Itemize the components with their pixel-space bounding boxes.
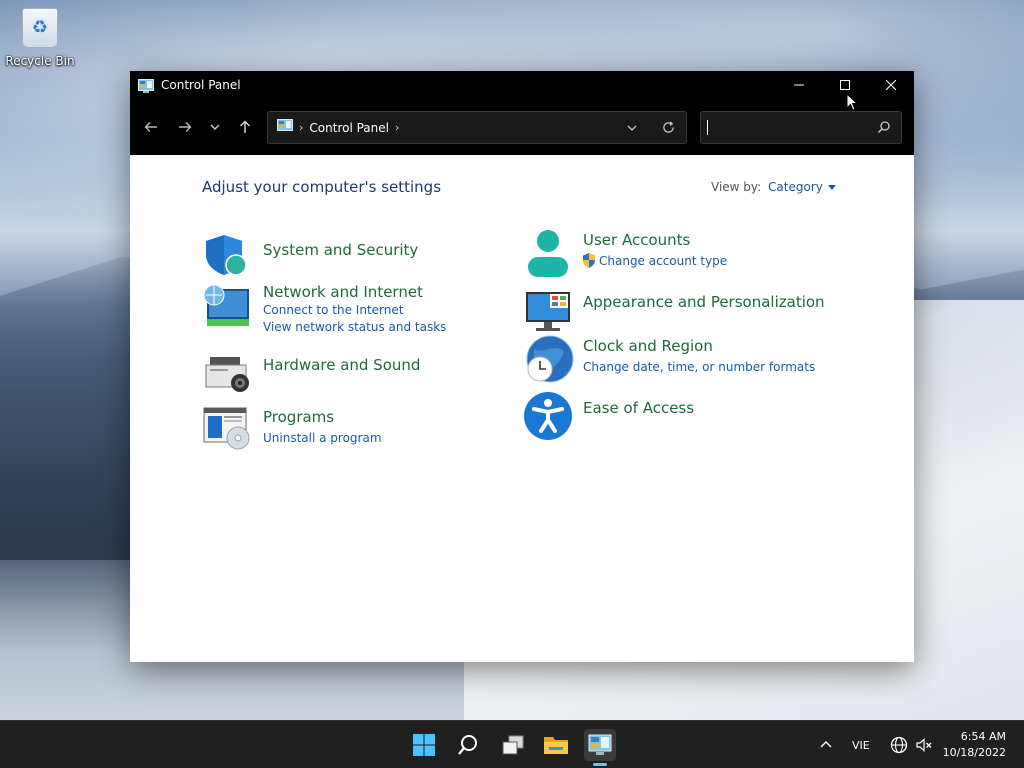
control-panel-content: Adjust your computer's settings View by:… [130,155,914,662]
arrow-right-icon [179,122,192,132]
refresh-button[interactable] [650,121,686,134]
control-panel-taskbar-button[interactable] [584,729,616,761]
control-panel-icon [588,734,612,755]
chevron-right-icon: › [299,121,304,134]
clock-globe-icon [524,335,574,383]
system-clock[interactable]: 6:54 AM 10/18/2022 [943,729,1006,761]
window-title: Control Panel [161,78,241,92]
taskbar-search-button[interactable] [452,729,484,761]
maximize-button[interactable] [822,71,868,99]
dropdown-arrow-icon [827,184,836,190]
clock-date: 10/18/2022 [942,746,1006,759]
category-title-system-and-security[interactable]: System and Security [263,241,418,259]
view-by-label: View by: [711,180,762,194]
chevron-up-icon [820,741,832,748]
file-explorer-icon [544,737,568,754]
minimize-icon [794,84,804,86]
search-icon [458,735,477,755]
chevron-down-icon [210,124,220,130]
search-input[interactable] [701,112,861,143]
mouse-cursor-icon [846,92,859,115]
clock-time: 6:54 AM [960,730,1006,743]
recycle-bin-icon [22,8,58,48]
arrow-left-icon [144,122,157,132]
search-icon[interactable] [877,119,891,138]
search-box[interactable] [700,111,902,144]
close-button[interactable] [868,71,914,99]
active-app-indicator [593,763,607,766]
address-bar[interactable]: › Control Panel › [267,111,687,144]
text-caret [707,120,708,135]
user-icon [524,227,572,277]
up-button[interactable] [230,112,260,142]
task-view-button[interactable] [497,729,529,761]
link-uninstall-program[interactable]: Uninstall a program [263,431,382,445]
refresh-icon [662,121,674,133]
language-indicator[interactable]: VIE [852,739,870,752]
category-title-hardware-and-sound[interactable]: Hardware and Sound [263,356,420,374]
link-change-account-type[interactable]: Change account type [599,254,727,268]
desktop-icon-recycle-bin[interactable]: Recycle Bin [4,8,76,68]
back-button[interactable] [136,112,166,142]
start-icon [413,734,435,756]
chevron-right-icon[interactable]: › [395,121,399,134]
recycle-bin-label: Recycle Bin [5,54,75,68]
control-panel-icon [138,78,154,93]
category-title-appearance-and-personalization[interactable]: Appearance and Personalization [583,293,825,311]
page-title: Adjust your computer's settings [202,178,442,196]
uac-shield-icon [582,253,596,272]
forward-button[interactable] [170,112,200,142]
shield-icon [202,231,250,279]
link-change-date-time-formats[interactable]: Change date, time, or number formats [583,360,815,374]
taskbar: VIE 6:54 AM 10/18/2022 [0,720,1024,768]
chevron-down-icon [627,125,637,131]
link-view-network-status[interactable]: View network status and tasks [263,320,446,334]
globe-icon [890,736,908,754]
address-dropdown-button[interactable] [614,123,650,133]
printer-icon [202,351,250,399]
category-title-network-and-internet[interactable]: Network and Internet [263,283,423,301]
view-by-value: Category [768,180,823,194]
monitor-icon [524,288,572,336]
maximize-icon [840,80,850,90]
category-title-programs[interactable]: Programs [263,408,334,426]
programs-icon [202,404,250,452]
start-button[interactable] [408,729,440,761]
accessibility-icon [524,392,572,440]
file-explorer-button[interactable] [540,729,572,761]
view-by-dropdown[interactable]: Category [768,180,836,194]
control-panel-icon [277,119,293,136]
control-panel-window: Control Panel › Control Panel › Adjust y… [130,71,914,662]
breadcrumb-control-panel[interactable]: Control Panel [309,121,389,135]
category-title-user-accounts[interactable]: User Accounts [583,231,690,249]
volume-button[interactable] [908,729,940,761]
link-connect-to-internet[interactable]: Connect to the Internet [263,303,403,317]
arrow-up-icon [240,120,250,133]
category-title-clock-and-region[interactable]: Clock and Region [583,337,713,355]
task-view-icon [502,735,524,755]
navigation-toolbar: › Control Panel › [130,99,914,155]
title-bar[interactable]: Control Panel [130,71,914,99]
close-icon [886,80,896,90]
category-title-ease-of-access[interactable]: Ease of Access [583,399,694,417]
network-icon [202,283,250,331]
minimize-button[interactable] [776,71,822,99]
show-hidden-icons-button[interactable] [810,729,842,761]
recent-locations-button[interactable] [200,112,230,142]
speaker-muted-icon [916,738,932,752]
